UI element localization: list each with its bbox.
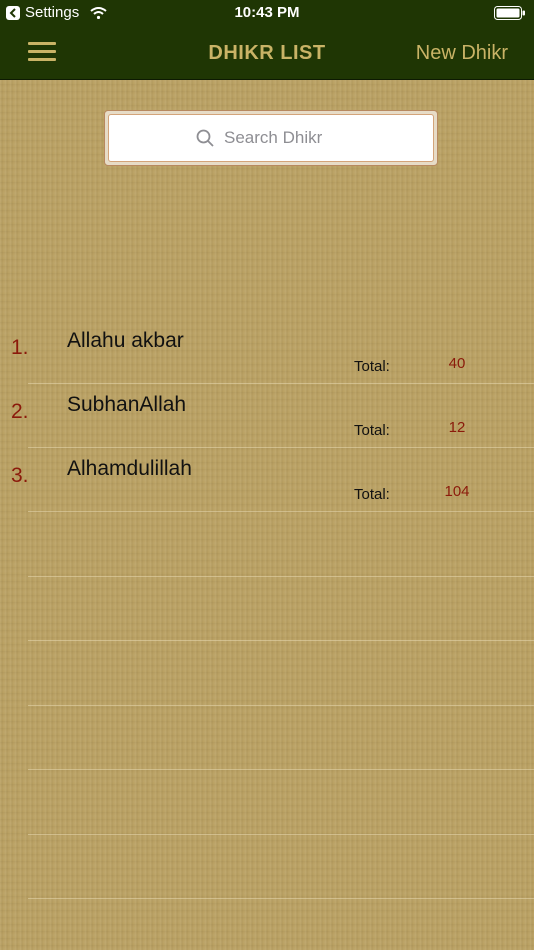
new-dhikr-button[interactable]: New Dhikr: [416, 42, 508, 65]
list-item-total-label: Total:: [354, 358, 390, 375]
row-separator: [28, 898, 534, 899]
status-time: 10:43 PM: [234, 4, 300, 21]
row-separator: [28, 769, 534, 770]
navigation-bar: DHIKR LIST New Dhikr: [0, 27, 534, 80]
list-item-total-value: 104: [444, 483, 470, 500]
list-item-total-value: 40: [448, 355, 466, 372]
list-item-name: Alhamdulillah: [67, 457, 192, 480]
search-input[interactable]: [222, 127, 346, 149]
dhikr-list-screen: Settings 10:43 PM DHIKR LIST New Dhikr S…: [0, 0, 534, 950]
search-icon: [196, 129, 214, 147]
list-item-name: SubhanAllah: [67, 393, 187, 416]
list-item-name: Allahu akbar: [67, 329, 184, 352]
row-separator: [28, 834, 534, 835]
row-separator: [28, 705, 534, 706]
list-item[interactable]: 3. Alhamdulillah Total: 104: [0, 448, 534, 512]
battery-icon: [494, 6, 525, 20]
list-item-index: 2.: [11, 400, 29, 423]
list-item-total-label: Total:: [354, 422, 390, 439]
status-bar: Settings 10:43 PM: [0, 0, 534, 27]
search-bar: [104, 110, 438, 166]
row-separator: [28, 576, 534, 577]
search-field[interactable]: [108, 114, 434, 162]
list-item-index: 3.: [11, 464, 29, 487]
list-item[interactable]: 2. SubhanAllah Total: 12: [0, 384, 534, 448]
list-item[interactable]: 1. Allahu akbar Total: 40: [0, 320, 534, 384]
list-item-total-label: Total:: [354, 486, 390, 503]
list-item-total-value: 12: [448, 419, 466, 436]
list-item-index: 1.: [11, 336, 29, 359]
row-separator: [28, 511, 534, 512]
row-separator: [28, 640, 534, 641]
